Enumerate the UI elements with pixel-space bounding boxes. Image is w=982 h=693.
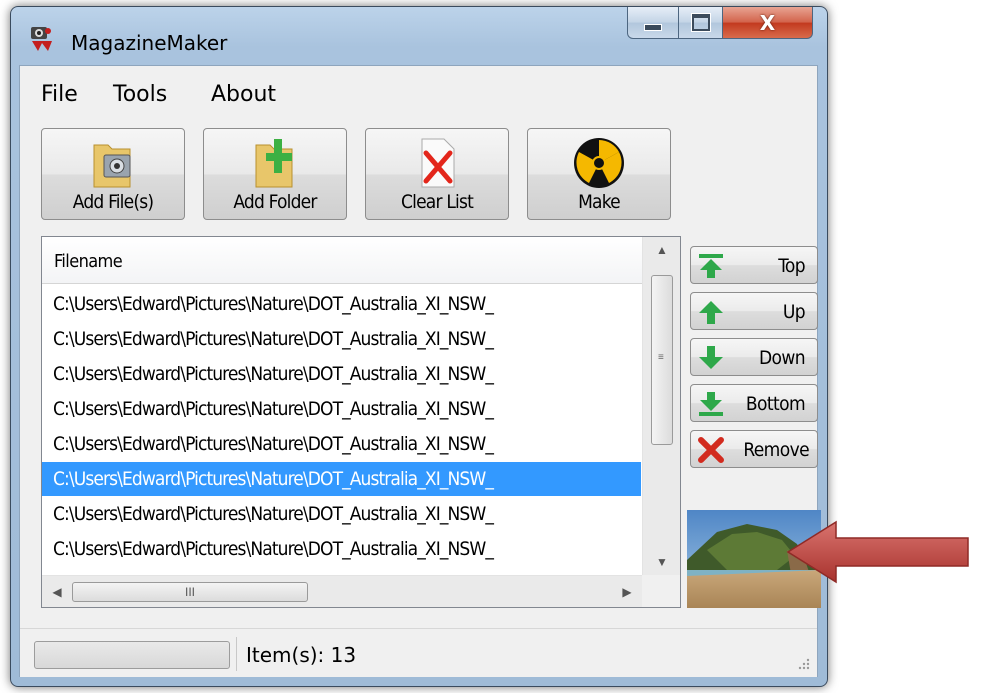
list-item[interactable]: C:\Users\Edward\Pictures\Nature\DOT_Aust… — [42, 392, 641, 427]
make-radiation-icon — [574, 138, 624, 188]
menu-file[interactable]: File — [41, 82, 78, 107]
status-separator — [236, 637, 237, 671]
window-title: MagazineMaker — [71, 31, 228, 55]
scroll-left-arrow-icon[interactable]: ◀ — [42, 576, 72, 607]
status-bar: Item(s): 13 — [20, 628, 817, 677]
list-item[interactable]: C:\Users\Edward\Pictures\Nature\DOT_Aust… — [42, 532, 641, 567]
maximize-button[interactable] — [679, 7, 723, 39]
list-item[interactable]: C:\Users\Edward\Pictures\Nature\DOT_Aust… — [42, 322, 641, 357]
scrollbar-corner — [642, 575, 680, 607]
item-count: Item(s): 13 — [246, 643, 357, 667]
close-button[interactable]: X — [723, 7, 813, 39]
add-files-label: Add File(s) — [72, 191, 154, 213]
list-item[interactable]: C:\Users\Edward\Pictures\Nature\DOT_Aust… — [42, 357, 641, 392]
move-top-button[interactable]: Top — [690, 246, 818, 284]
list-item[interactable]: C:\Users\Edward\Pictures\Nature\DOT_Aust… — [42, 497, 641, 532]
move-bottom-icon — [699, 392, 723, 416]
add-files-button[interactable]: Add File(s) — [41, 128, 185, 220]
move-bottom-button[interactable]: Bottom — [690, 384, 818, 422]
add-files-icon — [93, 144, 131, 188]
close-icon: X — [759, 10, 776, 35]
list-item[interactable]: C:\Users\Edward\Pictures\Nature\DOT_Aust… — [42, 287, 641, 322]
clear-list-label: Clear List — [400, 191, 474, 213]
make-label: Make — [578, 191, 621, 213]
list-item[interactable]: C:\Users\Edward\Pictures\Nature\DOT_Aust… — [42, 427, 641, 462]
move-up-icon — [699, 301, 723, 324]
minimize-icon — [644, 24, 662, 31]
move-top-label: Top — [778, 255, 805, 277]
add-folder-button[interactable]: Add Folder — [203, 128, 347, 220]
add-folder-label: Add Folder — [233, 191, 317, 213]
vertical-scroll-thumb[interactable]: ≡ — [651, 275, 673, 445]
horizontal-scrollbar[interactable]: ◀ III ▶ — [42, 575, 642, 607]
scroll-up-arrow-icon[interactable]: ▲ — [643, 237, 680, 263]
move-down-label: Down — [758, 347, 806, 369]
menu-bar: File Tools About — [20, 66, 817, 118]
move-top-icon — [699, 254, 723, 278]
toolbar: Add File(s) Add Folder Clear List Make — [20, 128, 817, 226]
vertical-scrollbar[interactable]: ▲ ≡ ▼ — [642, 237, 680, 575]
annotation-arrow-icon — [786, 520, 969, 584]
menu-about[interactable]: About — [211, 82, 276, 107]
title-bar[interactable]: MagazineMaker X — [11, 7, 827, 67]
remove-button[interactable]: Remove — [690, 430, 818, 468]
clear-list-icon — [421, 138, 455, 188]
make-button[interactable]: Make — [527, 128, 671, 220]
scroll-down-arrow-icon[interactable]: ▼ — [643, 549, 680, 575]
file-list-rows: C:\Users\Edward\Pictures\Nature\DOT_Aust… — [42, 287, 642, 602]
resize-grip-icon[interactable] — [795, 655, 811, 671]
app-window: MagazineMaker X File Tools About Add Fil… — [10, 6, 828, 687]
move-bottom-label: Bottom — [745, 393, 806, 415]
app-icon — [31, 27, 52, 51]
move-down-icon — [699, 346, 723, 369]
progress-bar — [34, 641, 230, 669]
add-folder-icon — [255, 139, 293, 188]
remove-icon — [698, 437, 724, 463]
minimize-button[interactable] — [627, 7, 679, 39]
list-item[interactable]: C:\Users\Edward\Pictures\Nature\DOT_Aust… — [42, 462, 641, 497]
move-up-button[interactable]: Up — [690, 292, 818, 330]
column-header-filename[interactable]: Filename — [42, 237, 642, 284]
horizontal-scroll-thumb[interactable]: III — [72, 582, 308, 602]
maximize-icon — [691, 14, 710, 31]
menu-tools[interactable]: Tools — [113, 82, 167, 107]
client-area: File Tools About Add File(s) Add Folder … — [19, 65, 821, 677]
move-up-label: Up — [782, 301, 806, 323]
remove-label: Remove — [743, 439, 809, 461]
scroll-right-arrow-icon[interactable]: ▶ — [612, 576, 642, 607]
file-list[interactable]: Filename C:\Users\Edward\Pictures\Nature… — [41, 236, 681, 608]
move-down-button[interactable]: Down — [690, 338, 818, 376]
clear-list-button[interactable]: Clear List — [365, 128, 509, 220]
